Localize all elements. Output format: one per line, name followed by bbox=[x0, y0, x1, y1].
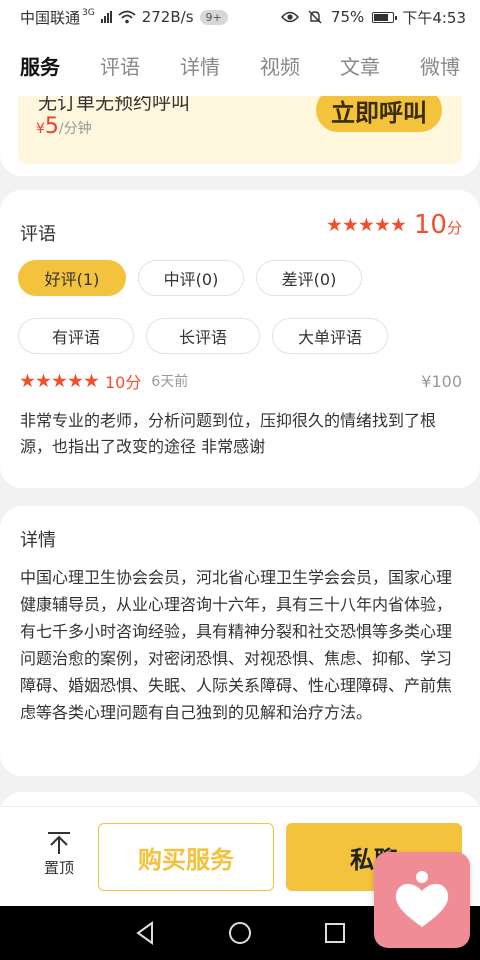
battery-icon bbox=[372, 11, 398, 23]
tab-bar: 服务 评语 详情 视频 文章 微博 bbox=[0, 34, 480, 96]
star-icon bbox=[391, 217, 406, 232]
to-top-label: 置顶 bbox=[43, 859, 74, 877]
arrow-up-icon bbox=[48, 832, 70, 854]
star-icon bbox=[68, 373, 83, 388]
tab-videos[interactable]: 视频 bbox=[260, 51, 300, 80]
filter-neutral[interactable]: 中评(0) bbox=[138, 260, 244, 296]
floating-heart-app-icon[interactable] bbox=[374, 852, 470, 948]
star-icon bbox=[52, 373, 67, 388]
review-meta: 10分 6天前 ¥100 bbox=[20, 366, 462, 396]
scroll-to-top-button[interactable]: 置顶 bbox=[38, 831, 80, 878]
tab-weibo[interactable]: 微博 bbox=[420, 51, 460, 80]
overall-score: 10分 bbox=[414, 210, 462, 240]
score-unit: 分 bbox=[446, 219, 462, 237]
review-text: 非常专业的老师，分析问题到位，压抑很久的情绪找到了根源，也指出了改变的途径 非常… bbox=[20, 411, 437, 456]
star-icon bbox=[359, 217, 374, 232]
price-value: 5 bbox=[44, 114, 59, 139]
details-card: 详情 中国心理卫生协会会员，河北省心理卫生学会会员，国家心理健康辅导员，从业心理… bbox=[0, 506, 480, 776]
tag-large-order[interactable]: 大单评语 bbox=[272, 318, 388, 354]
home-icon[interactable] bbox=[228, 921, 252, 945]
review-score-value: 10 bbox=[105, 373, 126, 392]
service-card: 无订单无预约呼叫 ¥5/分钟 立即呼叫 bbox=[0, 96, 480, 176]
star-icon bbox=[343, 217, 358, 232]
review-item: 10分 6天前 ¥100 非常专业的老师，分析问题到位，压抑很久的情绪找到了根源… bbox=[20, 366, 462, 476]
review-score-unit: 分 bbox=[125, 373, 142, 392]
battery-percent: 75% bbox=[330, 8, 365, 26]
status-bar: 中国联通 3G 272B/s 9+ 75% 下午4:53 bbox=[0, 0, 480, 34]
star-icon bbox=[375, 217, 390, 232]
service-description: 无订单无预约呼叫 bbox=[38, 96, 191, 114]
tab-details[interactable]: 详情 bbox=[180, 51, 220, 80]
tab-service[interactable]: 服务 bbox=[20, 51, 60, 80]
recents-icon[interactable] bbox=[324, 922, 346, 944]
star-icon bbox=[20, 373, 35, 388]
details-text: 中国心理卫生协会会员，河北省心理卫生学会会员，国家心理健康辅导员，从业心理咨询十… bbox=[20, 568, 453, 722]
call-now-button[interactable]: 立即呼叫 bbox=[316, 96, 442, 132]
review-score: 10分 bbox=[105, 369, 141, 393]
score-value: 10 bbox=[413, 210, 447, 240]
review-stars bbox=[20, 373, 99, 389]
price-unit: /分钟 bbox=[58, 121, 92, 137]
heart-person-icon bbox=[395, 871, 449, 927]
rating-stars bbox=[327, 217, 406, 233]
wifi-icon bbox=[118, 10, 136, 24]
signal-icon bbox=[100, 11, 112, 23]
eye-icon bbox=[280, 11, 299, 23]
reviews-card: 评语 10分 好评(1) 中评(0) 差评(0) 有评语 长评语 大单评语 10… bbox=[0, 190, 480, 488]
service-price: ¥5/分钟 bbox=[36, 114, 92, 139]
filter-bad[interactable]: 差评(0) bbox=[256, 260, 362, 296]
mute-icon bbox=[308, 10, 322, 24]
network-type: 3G bbox=[82, 8, 95, 18]
price-currency: ¥ bbox=[36, 121, 45, 137]
details-title: 详情 bbox=[20, 530, 56, 551]
clock: 下午4:53 bbox=[402, 8, 466, 27]
star-icon bbox=[327, 217, 342, 232]
review-amount: ¥100 bbox=[421, 371, 462, 391]
next-card bbox=[0, 792, 480, 806]
overall-rating: 10分 bbox=[327, 210, 462, 240]
reviews-title: 评语 bbox=[20, 224, 56, 245]
tag-with-comment[interactable]: 有评语 bbox=[18, 318, 134, 354]
tab-reviews[interactable]: 评语 bbox=[100, 51, 140, 80]
content-scroll[interactable]: 无订单无预约呼叫 ¥5/分钟 立即呼叫 评语 10分 好评(1) 中评(0) 差… bbox=[0, 96, 480, 806]
carrier-label: 中国联通 bbox=[20, 8, 81, 27]
notification-badge: 9+ bbox=[199, 9, 228, 25]
star-icon bbox=[84, 373, 99, 388]
review-time: 6天前 bbox=[151, 374, 189, 390]
star-icon bbox=[36, 373, 51, 388]
buy-service-button[interactable]: 购买服务 bbox=[98, 823, 274, 891]
tag-long-comment[interactable]: 长评语 bbox=[146, 318, 260, 354]
filter-good[interactable]: 好评(1) bbox=[18, 260, 126, 296]
service-promo: 无订单无预约呼叫 ¥5/分钟 立即呼叫 bbox=[18, 96, 462, 164]
back-icon[interactable] bbox=[134, 921, 156, 945]
tab-articles[interactable]: 文章 bbox=[340, 51, 380, 80]
network-speed: 272B/s bbox=[141, 8, 194, 26]
